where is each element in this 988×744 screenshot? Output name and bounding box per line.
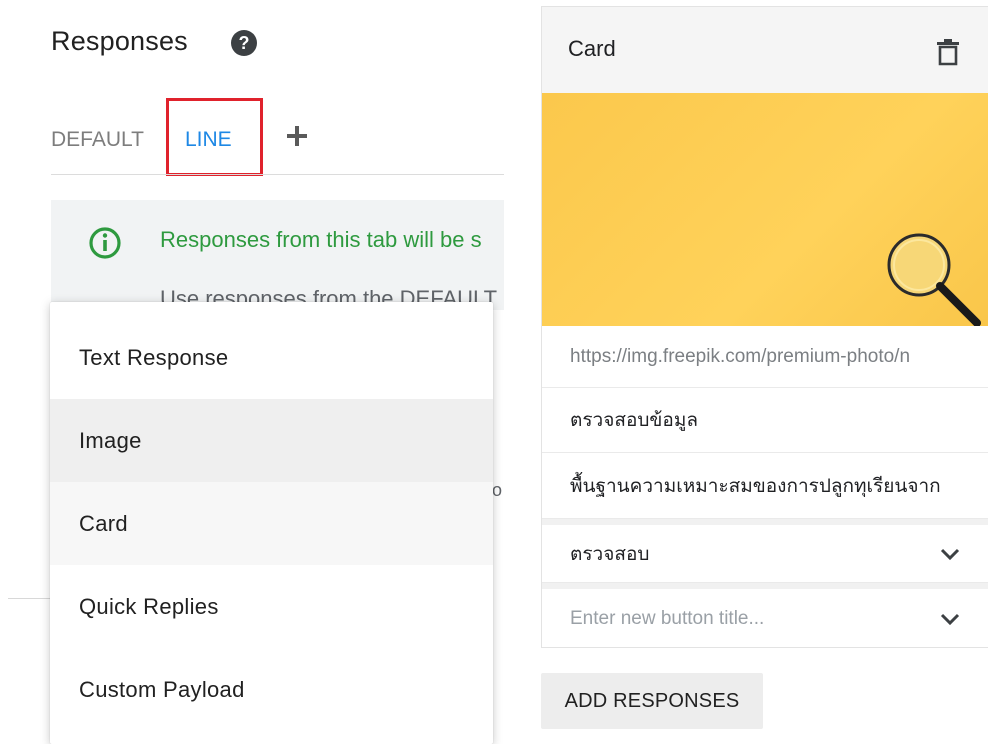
page-title: Responses: [51, 26, 188, 56]
chevron-down-icon[interactable]: [938, 542, 962, 566]
svg-text:?: ?: [239, 33, 250, 53]
tabs-divider: [51, 174, 504, 175]
new-button-placeholder: Enter new button title...: [570, 607, 765, 629]
new-button-title-input[interactable]: Enter new button title...: [542, 589, 988, 647]
card-button-1[interactable]: ตรวจสอบ: [542, 525, 988, 583]
image-url-field[interactable]: https://img.freepik.com/premium-photo/n: [542, 326, 988, 388]
response-type-menu: Text Response Image Card Quick Replies C…: [50, 302, 493, 744]
menu-item-text-response[interactable]: Text Response: [50, 316, 493, 399]
tab-default[interactable]: DEFAULT: [51, 128, 144, 152]
divider: [8, 598, 50, 599]
card-subtitle-field[interactable]: พื้นฐานความเหมาะสมของการปลูกทุเรียนจาก: [542, 453, 988, 519]
magnifier-image: [887, 233, 981, 326]
menu-item-custom-payload[interactable]: Custom Payload: [50, 648, 493, 731]
card-title: Card: [568, 36, 616, 61]
menu-item-card[interactable]: Card: [50, 482, 493, 565]
trash-icon[interactable]: [935, 38, 961, 66]
partial-text: o: [492, 480, 503, 500]
tab-highlight-box: [166, 98, 263, 176]
column-gap: [504, 180, 541, 740]
card-image: [542, 93, 988, 326]
add-tab-icon[interactable]: [283, 122, 311, 150]
menu-item-quick-replies[interactable]: Quick Replies: [50, 565, 493, 648]
card-header: Card: [542, 7, 988, 94]
menu-item-image[interactable]: Image: [50, 399, 493, 482]
info-icon: [89, 227, 121, 259]
card-response: Card https://img.freepik.com/premium-pho…: [541, 6, 988, 648]
add-responses-button[interactable]: ADD RESPONSES: [541, 673, 763, 729]
card-title-field[interactable]: ตรวจสอบข้อมูล: [542, 388, 988, 453]
help-icon[interactable]: ?: [230, 29, 258, 57]
chevron-down-icon[interactable]: [938, 607, 962, 631]
card-button-1-label: ตรวจสอบ: [570, 543, 650, 565]
info-text-line1: Responses from this tab will be s: [160, 227, 482, 252]
